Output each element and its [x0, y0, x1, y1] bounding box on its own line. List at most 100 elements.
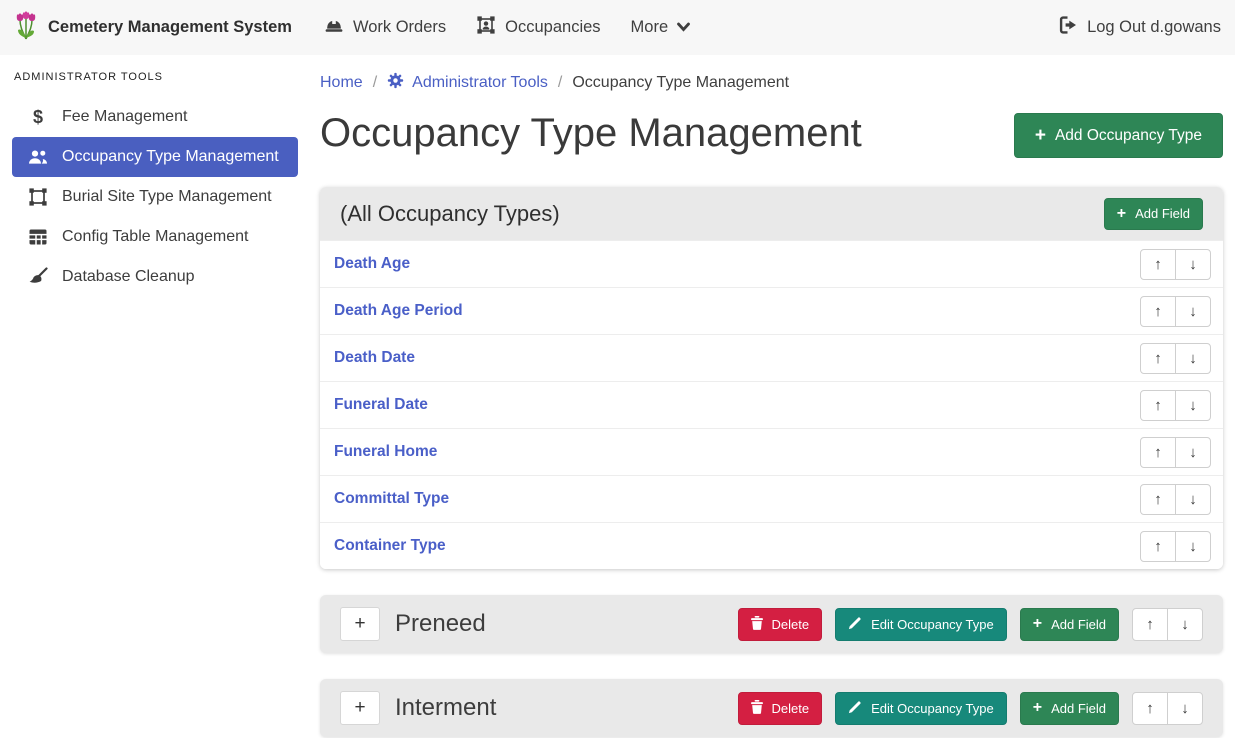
sidebar-item-label: Database Cleanup: [62, 268, 195, 286]
reorder-controls: ↑ ↓: [1140, 296, 1211, 327]
down-arrow-icon: ↓: [1189, 491, 1197, 508]
edit-occupancy-type-button[interactable]: Edit Occupancy Type: [835, 692, 1007, 725]
sidebar-item-config-table-management[interactable]: Config Table Management: [12, 217, 298, 257]
add-field-button[interactable]: + Add Field: [1020, 608, 1119, 641]
delete-button[interactable]: Delete: [738, 692, 823, 725]
move-up-button[interactable]: ↑: [1140, 484, 1176, 515]
nav-work-orders[interactable]: Work Orders: [324, 15, 446, 40]
plus-icon: +: [1117, 206, 1126, 222]
sidebar-item-burial-site-type-management[interactable]: Burial Site Type Management: [12, 177, 298, 217]
up-arrow-icon: ↑: [1154, 444, 1162, 461]
sidebar-item-label: Occupancy Type Management: [62, 148, 279, 166]
field-link-committal-type[interactable]: Committal Type: [334, 490, 449, 508]
down-arrow-icon: ↓: [1189, 538, 1197, 555]
field-link-funeral-date[interactable]: Funeral Date: [334, 396, 428, 414]
move-up-button[interactable]: ↑: [1140, 343, 1176, 374]
move-down-button[interactable]: ↓: [1175, 390, 1211, 421]
nav-occupancies[interactable]: Occupancies: [476, 15, 600, 40]
vector-square-icon: [26, 187, 50, 207]
up-arrow-icon: ↑: [1154, 397, 1162, 414]
nav-work-orders-label: Work Orders: [353, 18, 446, 37]
users-icon: [26, 149, 50, 165]
move-up-button[interactable]: ↑: [1132, 692, 1168, 725]
expand-button[interactable]: +: [340, 691, 380, 725]
occupancy-frame-icon: [476, 15, 496, 40]
up-arrow-icon: ↑: [1154, 491, 1162, 508]
field-link-death-date[interactable]: Death Date: [334, 349, 415, 367]
add-field-label: Add Field: [1051, 701, 1106, 716]
plus-icon: +: [1035, 126, 1046, 145]
add-occupancy-type-button[interactable]: + Add Occupancy Type: [1014, 113, 1223, 158]
breadcrumb-admin-tools-label: Administrator Tools: [412, 74, 548, 92]
move-down-button[interactable]: ↓: [1175, 296, 1211, 327]
move-up-button[interactable]: ↑: [1140, 437, 1176, 468]
delete-label: Delete: [772, 701, 810, 716]
nav-occupancies-label: Occupancies: [505, 18, 600, 37]
add-field-button[interactable]: + Add Field: [1020, 692, 1119, 725]
plus-icon: +: [354, 697, 365, 719]
reorder-controls: ↑ ↓: [1140, 437, 1211, 468]
up-arrow-icon: ↑: [1154, 350, 1162, 367]
move-down-button[interactable]: ↓: [1175, 343, 1211, 374]
move-up-button[interactable]: ↑: [1140, 296, 1176, 327]
app-brand[interactable]: Cemetery Management System: [14, 10, 292, 45]
edit-occupancy-type-label: Edit Occupancy Type: [871, 701, 994, 716]
move-up-button[interactable]: ↑: [1140, 390, 1176, 421]
app-title: Cemetery Management System: [48, 18, 292, 37]
chevron-down-icon: [677, 18, 690, 37]
field-row: Death Age Period ↑ ↓: [320, 287, 1223, 334]
nav-more-label: More: [631, 18, 669, 37]
field-link-death-age[interactable]: Death Age: [334, 255, 410, 273]
edit-occupancy-type-button[interactable]: Edit Occupancy Type: [835, 608, 1007, 641]
field-link-funeral-home[interactable]: Funeral Home: [334, 443, 437, 461]
move-up-button[interactable]: ↑: [1132, 608, 1168, 641]
breadcrumb-separator: /: [558, 74, 562, 92]
plus-icon: +: [354, 613, 365, 635]
move-down-button[interactable]: ↓: [1175, 531, 1211, 562]
reorder-controls: ↑ ↓: [1140, 484, 1211, 515]
breadcrumb-current: Occupancy Type Management: [572, 74, 789, 92]
section-actions: Delete Edit Occupancy Type + Add Field ↑: [738, 608, 1203, 641]
move-up-button[interactable]: ↑: [1140, 249, 1176, 280]
logout-button[interactable]: Log Out d.gowans: [1058, 15, 1221, 40]
section-title: Preneed: [395, 610, 486, 638]
down-arrow-icon: ↓: [1189, 444, 1197, 461]
move-down-button[interactable]: ↓: [1167, 608, 1203, 641]
broom-icon: [26, 267, 50, 287]
occupancy-type-section-preneed: + Preneed Delete: [320, 595, 1223, 653]
sidebar-item-label: Config Table Management: [62, 228, 249, 246]
field-link-container-type[interactable]: Container Type: [334, 537, 446, 555]
down-arrow-icon: ↓: [1189, 303, 1197, 320]
all-occupancy-types-header: (All Occupancy Types) + Add Field: [320, 187, 1223, 240]
section-title: Interment: [395, 694, 496, 722]
delete-button[interactable]: Delete: [738, 608, 823, 641]
up-arrow-icon: ↑: [1146, 700, 1154, 717]
add-field-button[interactable]: + Add Field: [1104, 198, 1203, 230]
gear-icon: [387, 72, 404, 94]
move-down-button[interactable]: ↓: [1175, 437, 1211, 468]
sidebar-item-occupancy-type-management[interactable]: Occupancy Type Management: [12, 137, 298, 177]
sidebar-item-fee-management[interactable]: $ Fee Management: [12, 97, 298, 137]
table-icon: [26, 228, 50, 246]
breadcrumb: Home / Administrator Tool: [320, 72, 1223, 94]
move-down-button[interactable]: ↓: [1175, 249, 1211, 280]
field-row: Death Date ↑ ↓: [320, 334, 1223, 381]
sidebar-item-label: Fee Management: [62, 108, 187, 126]
breadcrumb-home-link[interactable]: Home: [320, 74, 363, 92]
expand-button[interactable]: +: [340, 607, 380, 641]
tulip-logo-icon: [14, 10, 38, 45]
breadcrumb-admin-tools-link[interactable]: Administrator Tools: [387, 72, 548, 94]
move-up-button[interactable]: ↑: [1140, 531, 1176, 562]
move-down-button[interactable]: ↓: [1175, 484, 1211, 515]
field-row: Death Age ↑ ↓: [320, 240, 1223, 287]
field-link-death-age-period[interactable]: Death Age Period: [334, 302, 463, 320]
pencil-icon: [848, 616, 862, 633]
add-field-label: Add Field: [1051, 617, 1106, 632]
nav-more[interactable]: More: [631, 18, 691, 37]
up-arrow-icon: ↑: [1154, 256, 1162, 273]
up-arrow-icon: ↑: [1154, 538, 1162, 555]
section-actions: Delete Edit Occupancy Type + Add Field ↑: [738, 692, 1203, 725]
sidebar-item-database-cleanup[interactable]: Database Cleanup: [12, 257, 298, 297]
sidebar-heading: ADMINISTRATOR TOOLS: [14, 71, 298, 83]
move-down-button[interactable]: ↓: [1167, 692, 1203, 725]
